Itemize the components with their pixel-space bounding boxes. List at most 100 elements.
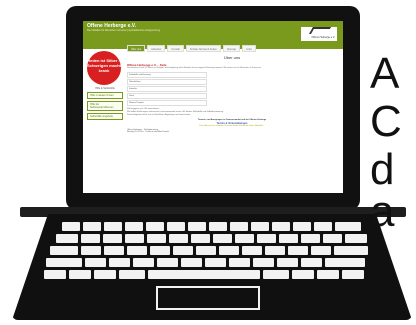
key bbox=[265, 246, 285, 255]
nav-item-netzwerk[interactable]: Soziale Netzwerk Seiten bbox=[185, 45, 221, 52]
key bbox=[181, 258, 202, 267]
key bbox=[188, 222, 206, 231]
list-item: Selbsthilfe und Beratung bbox=[127, 72, 207, 78]
key bbox=[94, 270, 116, 279]
nav-item-ueber-uns[interactable]: Über uns bbox=[127, 45, 146, 52]
key bbox=[147, 234, 166, 243]
key bbox=[277, 258, 298, 267]
key bbox=[209, 222, 227, 231]
trackpad bbox=[156, 286, 260, 310]
key bbox=[127, 246, 147, 255]
key bbox=[191, 234, 210, 243]
key-row bbox=[46, 258, 365, 267]
key bbox=[167, 222, 185, 231]
nav-item-sitemap[interactable]: Sitemap bbox=[222, 45, 241, 52]
key bbox=[229, 258, 250, 267]
key bbox=[83, 222, 101, 231]
key-row bbox=[44, 270, 364, 279]
key bbox=[119, 270, 145, 279]
key bbox=[288, 246, 308, 255]
events-note: Eine Übersicht zu aktuellen Terminen fin… bbox=[199, 125, 265, 127]
nav-item-aktuelles[interactable]: Aktuelles bbox=[147, 45, 166, 52]
key bbox=[335, 222, 361, 231]
body-text-2: Dieses Angebot richtet sich an Betroffen… bbox=[127, 114, 191, 116]
key bbox=[150, 246, 170, 255]
key bbox=[314, 222, 332, 231]
side-text-line: A bbox=[370, 49, 400, 98]
side-text-line: d bbox=[370, 145, 395, 194]
key bbox=[301, 234, 320, 243]
key bbox=[251, 222, 269, 231]
key bbox=[323, 234, 342, 243]
key bbox=[345, 234, 367, 243]
key bbox=[242, 246, 262, 255]
key bbox=[230, 222, 248, 231]
nav-item-links[interactable]: Links bbox=[242, 45, 256, 52]
main-navigation: Über uns Aktuelles Kontakt Soziale Netzw… bbox=[127, 45, 277, 52]
events-table: Offene Herberge · Telefonberatung Montag… bbox=[127, 129, 337, 133]
key-row bbox=[50, 246, 368, 255]
key bbox=[69, 270, 91, 279]
side-text-line: C bbox=[370, 97, 402, 146]
key bbox=[157, 258, 178, 267]
main-content: Über uns Offene Herberge e.V. – Ziele Di… bbox=[127, 55, 337, 133]
key bbox=[205, 258, 226, 267]
key bbox=[257, 234, 276, 243]
key bbox=[146, 222, 164, 231]
key bbox=[263, 270, 289, 279]
nav-item-kontakt[interactable]: Kontakt bbox=[167, 45, 184, 52]
key bbox=[196, 246, 216, 255]
sidebar-link-selbsthilfe[interactable]: Selbsthilfe-Angebote bbox=[87, 113, 123, 120]
key-row bbox=[62, 222, 361, 231]
key bbox=[133, 258, 154, 267]
key bbox=[293, 222, 311, 231]
spacebar bbox=[148, 270, 260, 279]
list-item: Recht bbox=[127, 93, 207, 99]
goals-list: Selbsthilfe und Beratung Öffentlichkeit … bbox=[127, 72, 337, 106]
key bbox=[46, 258, 82, 267]
slogan-badge: Reden ist Silber – Schweigen macht krank bbox=[87, 51, 121, 85]
key bbox=[253, 258, 274, 267]
key bbox=[109, 258, 130, 267]
key bbox=[81, 234, 100, 243]
key-row bbox=[56, 234, 367, 243]
sidebar-link-akute-krisen[interactable]: Hilfe in akuten Krisen bbox=[87, 92, 123, 99]
page-title: Über uns bbox=[223, 55, 241, 60]
list-item: Öffentlichkeit bbox=[127, 79, 207, 85]
sidebar-link-selbstwert[interactable]: Hilfe bei Selbstwertproblemen bbox=[87, 101, 123, 111]
list-item: Kontakte bbox=[127, 86, 207, 92]
key bbox=[169, 234, 188, 243]
key bbox=[56, 234, 78, 243]
sidebar: Reden ist Silber – Schweigen macht krank… bbox=[87, 51, 123, 120]
key bbox=[44, 270, 66, 279]
key bbox=[325, 258, 365, 267]
site-subtitle: Die Initiative für Menschen mit einer ps… bbox=[87, 29, 160, 32]
sidebar-title: Hilfe & Selbsthilfe bbox=[95, 87, 115, 90]
key bbox=[62, 222, 80, 231]
key bbox=[125, 234, 144, 243]
key bbox=[103, 234, 122, 243]
key bbox=[292, 270, 314, 279]
table-row: Montag 18–20 Uhr · Treffen in der Alten … bbox=[127, 131, 170, 133]
key bbox=[342, 270, 364, 279]
key bbox=[81, 246, 101, 255]
list-item: Weitere Projekte bbox=[127, 100, 207, 106]
key bbox=[219, 246, 239, 255]
laptop-screen: Offene Herberge e.V. Die Initiative für … bbox=[83, 21, 343, 193]
key bbox=[272, 222, 290, 231]
key bbox=[213, 234, 232, 243]
key bbox=[173, 246, 193, 255]
side-text-line: a bbox=[370, 187, 395, 236]
key bbox=[85, 258, 106, 267]
key bbox=[104, 222, 122, 231]
key bbox=[125, 222, 143, 231]
key bbox=[317, 270, 339, 279]
key bbox=[334, 246, 368, 255]
key bbox=[301, 258, 322, 267]
key bbox=[279, 234, 298, 243]
keyboard bbox=[44, 222, 372, 280]
key bbox=[104, 246, 124, 255]
key bbox=[50, 246, 78, 255]
intro-text: Die Initiative ist seit 20 Jahren in Stu… bbox=[127, 67, 262, 69]
logo-text: Offene Herberge e.V. bbox=[311, 36, 336, 39]
